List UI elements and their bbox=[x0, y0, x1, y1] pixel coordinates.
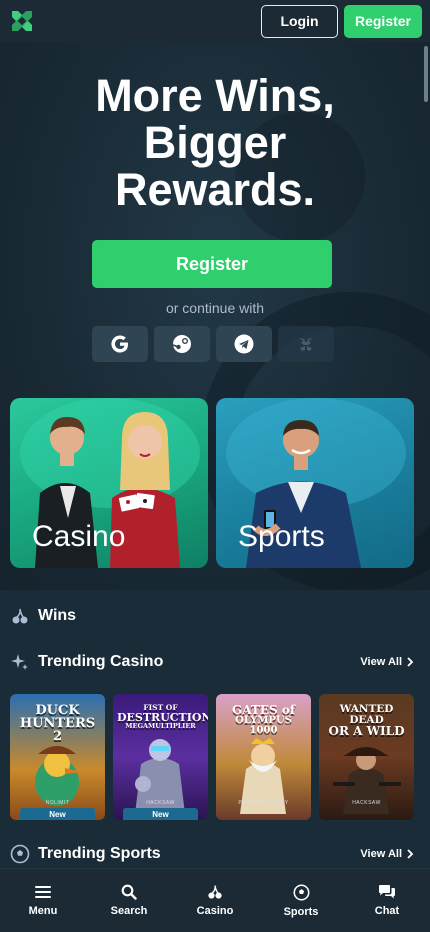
game-provider: PRAGMATIC PLAY bbox=[238, 800, 289, 806]
trending-casino-games: DUCK HUNTERS 2 NOLIMIT New FIST OF DESTR… bbox=[10, 694, 414, 820]
wins-section-header: Wins bbox=[0, 601, 430, 631]
game-title: DUCK HUNTERS 2 bbox=[10, 704, 105, 743]
metamask-icon bbox=[299, 338, 313, 351]
game-title-line: WANTED DEAD bbox=[339, 703, 394, 726]
steam-icon bbox=[172, 335, 191, 353]
nav-label: Menu bbox=[28, 905, 58, 917]
register-button-header[interactable]: Register bbox=[344, 4, 422, 38]
hero-title: More Wins, Bigger Rewards. bbox=[0, 72, 430, 213]
wins-title: Wins bbox=[38, 607, 77, 624]
casino-card-label: Casino bbox=[32, 520, 126, 553]
nav-label: Search bbox=[110, 905, 148, 917]
login-button[interactable]: Login bbox=[261, 4, 338, 38]
trending-casino-title: Trending Casino bbox=[38, 653, 164, 670]
metamask-login-button[interactable] bbox=[278, 326, 334, 362]
nav-search[interactable]: Search bbox=[86, 884, 172, 917]
bottom-navigation: Menu Search Casino Sports Chat bbox=[0, 868, 430, 932]
game-title: FIST OF DESTRUCTION MEGAMULTIPLIER bbox=[113, 704, 208, 729]
view-all-casino-link[interactable]: View All bbox=[360, 656, 414, 668]
google-login-button[interactable] bbox=[92, 326, 148, 362]
game-title-line: DESTRUCTION bbox=[117, 710, 208, 724]
game-provider: HACKSAW bbox=[146, 800, 175, 806]
game-tile-wanted-dead-or-a-wild[interactable]: WANTED DEAD OR A WILD HACKSAW bbox=[319, 694, 414, 820]
sports-category-card[interactable]: Sports bbox=[216, 398, 414, 568]
nav-sports[interactable]: Sports bbox=[258, 884, 344, 918]
view-all-sports-link[interactable]: View All bbox=[360, 848, 414, 860]
cherries-icon bbox=[208, 885, 222, 899]
trending-casino-header: Trending Casino View All bbox=[0, 647, 430, 677]
game-tile-gates-of-olympus-1000[interactable]: GATES of OLYMPUS 1000 PRAGMATIC PLAY bbox=[216, 694, 311, 820]
sparkle-icon bbox=[10, 652, 30, 672]
social-login-row bbox=[92, 326, 334, 362]
top-bar: Login Register bbox=[0, 0, 430, 42]
continue-with-text: or continue with bbox=[165, 300, 265, 316]
game-title-line: OLYMPUS 1000 bbox=[235, 715, 292, 736]
search-icon bbox=[121, 884, 137, 900]
hero-title-line: More Wins, bbox=[95, 70, 335, 121]
hero-title-line: Rewards. bbox=[114, 164, 316, 215]
new-badge: New bbox=[123, 808, 198, 820]
chat-icon bbox=[379, 885, 395, 899]
trending-sports-title: Trending Sports bbox=[38, 845, 161, 862]
view-all-label: View All bbox=[360, 656, 402, 668]
steam-login-button[interactable] bbox=[154, 326, 210, 362]
google-icon bbox=[111, 335, 128, 353]
nav-label: Casino bbox=[196, 905, 234, 917]
new-badge: New bbox=[20, 808, 95, 820]
soccer-ball-icon bbox=[10, 844, 30, 864]
hero-title-line: Bigger bbox=[143, 117, 287, 168]
game-provider: HACKSAW bbox=[352, 800, 381, 806]
soccer-ball-icon bbox=[293, 884, 309, 900]
menu-icon bbox=[35, 886, 51, 898]
sports-card-label: Sports bbox=[238, 520, 325, 553]
casino-category-card[interactable]: Casino bbox=[10, 398, 208, 568]
view-all-label: View All bbox=[360, 848, 402, 860]
chevron-right-icon bbox=[407, 849, 414, 859]
game-title-line: MEGAMULTIPLIER bbox=[125, 721, 196, 730]
nav-menu[interactable]: Menu bbox=[0, 884, 86, 917]
hero-banner: More Wins, Bigger Rewards. Register or c… bbox=[0, 42, 430, 590]
game-provider: NOLIMIT bbox=[45, 800, 70, 806]
game-title-line: OR A WILD bbox=[328, 724, 405, 738]
game-title-line: HUNTERS 2 bbox=[19, 716, 96, 744]
game-tile-fist-of-destruction[interactable]: FIST OF DESTRUCTION MEGAMULTIPLIER HACKS… bbox=[113, 694, 208, 820]
nav-chat[interactable]: Chat bbox=[344, 884, 430, 917]
nav-casino[interactable]: Casino bbox=[172, 884, 258, 917]
game-tile-duck-hunters-2[interactable]: DUCK HUNTERS 2 NOLIMIT New bbox=[10, 694, 105, 820]
game-title: GATES of OLYMPUS 1000 bbox=[216, 704, 311, 736]
site-logo-icon[interactable] bbox=[8, 7, 36, 35]
scrollbar-thumb[interactable] bbox=[424, 46, 428, 102]
chevron-right-icon bbox=[407, 657, 414, 667]
cherries-icon bbox=[10, 606, 30, 626]
nav-label: Chat bbox=[374, 905, 400, 917]
nav-label: Sports bbox=[283, 905, 319, 918]
telegram-icon bbox=[234, 334, 254, 354]
trending-sports-header: Trending Sports View All bbox=[0, 839, 430, 869]
telegram-login-button[interactable] bbox=[216, 326, 272, 362]
register-button-hero[interactable]: Register bbox=[92, 240, 332, 288]
game-title: WANTED DEAD OR A WILD bbox=[319, 704, 414, 737]
